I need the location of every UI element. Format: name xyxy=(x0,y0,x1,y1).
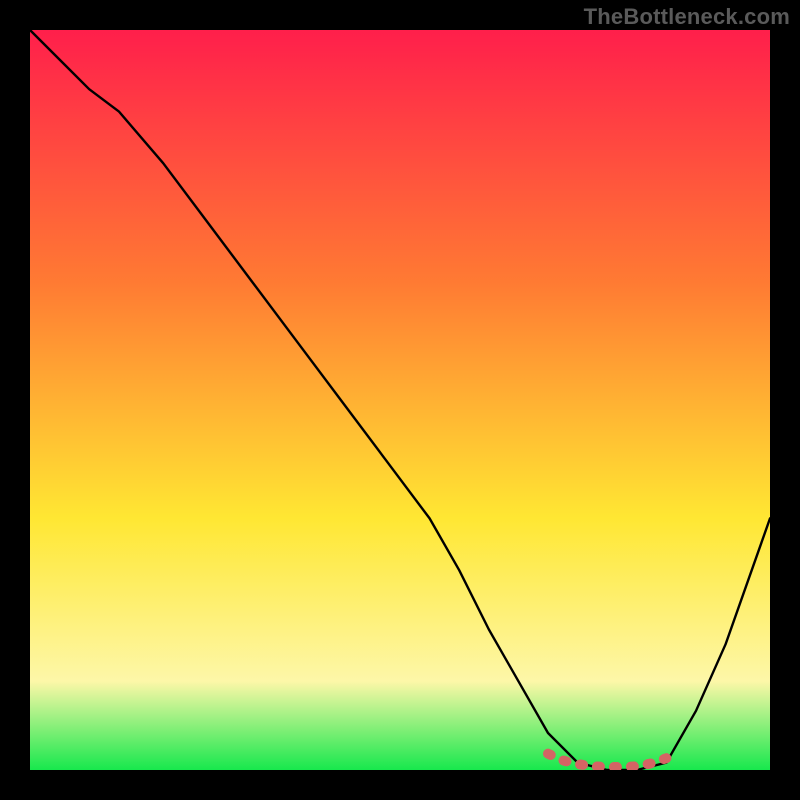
gradient-background xyxy=(30,30,770,770)
watermark-text: TheBottleneck.com xyxy=(584,4,790,30)
chart-frame: TheBottleneck.com xyxy=(0,0,800,800)
plot-area xyxy=(30,30,770,770)
bottleneck-chart xyxy=(30,30,770,770)
